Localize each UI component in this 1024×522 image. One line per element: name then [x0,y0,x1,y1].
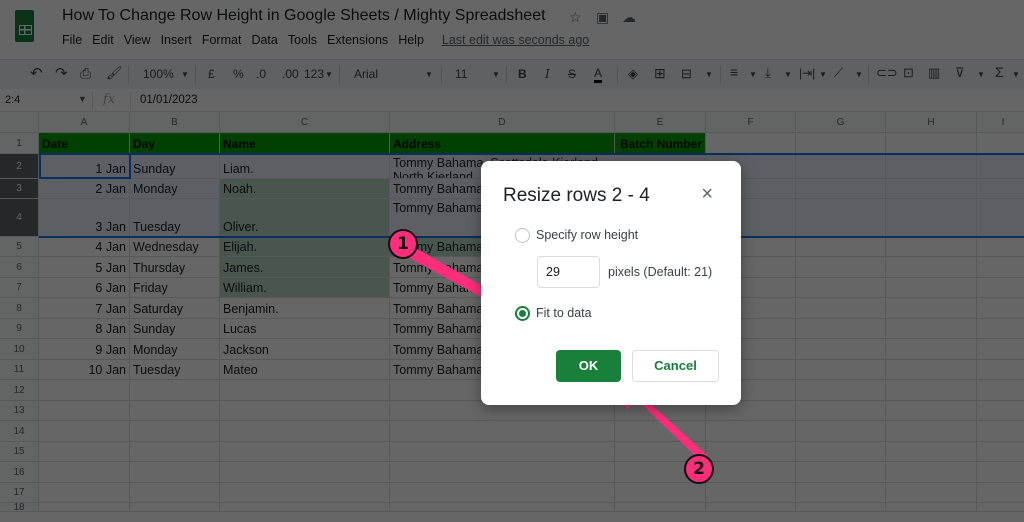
fit-to-data-label[interactable]: Fit to data [536,306,592,320]
fit-to-data-radio[interactable] [515,306,530,321]
step-1-badge: 1 [388,229,418,259]
resize-rows-dialog: Resize rows 2 - 4 × Specify row height 2… [481,161,741,405]
pixels-note: pixels (Default: 21) [608,265,713,279]
specify-row-height-label[interactable]: Specify row height [536,228,638,242]
cancel-button[interactable]: Cancel [632,350,719,382]
close-icon[interactable]: × [701,183,713,206]
dialog-title: Resize rows 2 - 4 [503,185,650,206]
row-height-input[interactable]: 29 [537,256,600,288]
step-2-badge: 2 [684,454,714,484]
specify-row-height-radio[interactable] [515,228,530,243]
sheets-window: How To Change Row Height in Google Sheet… [0,0,1024,522]
ok-button[interactable]: OK [556,350,621,382]
